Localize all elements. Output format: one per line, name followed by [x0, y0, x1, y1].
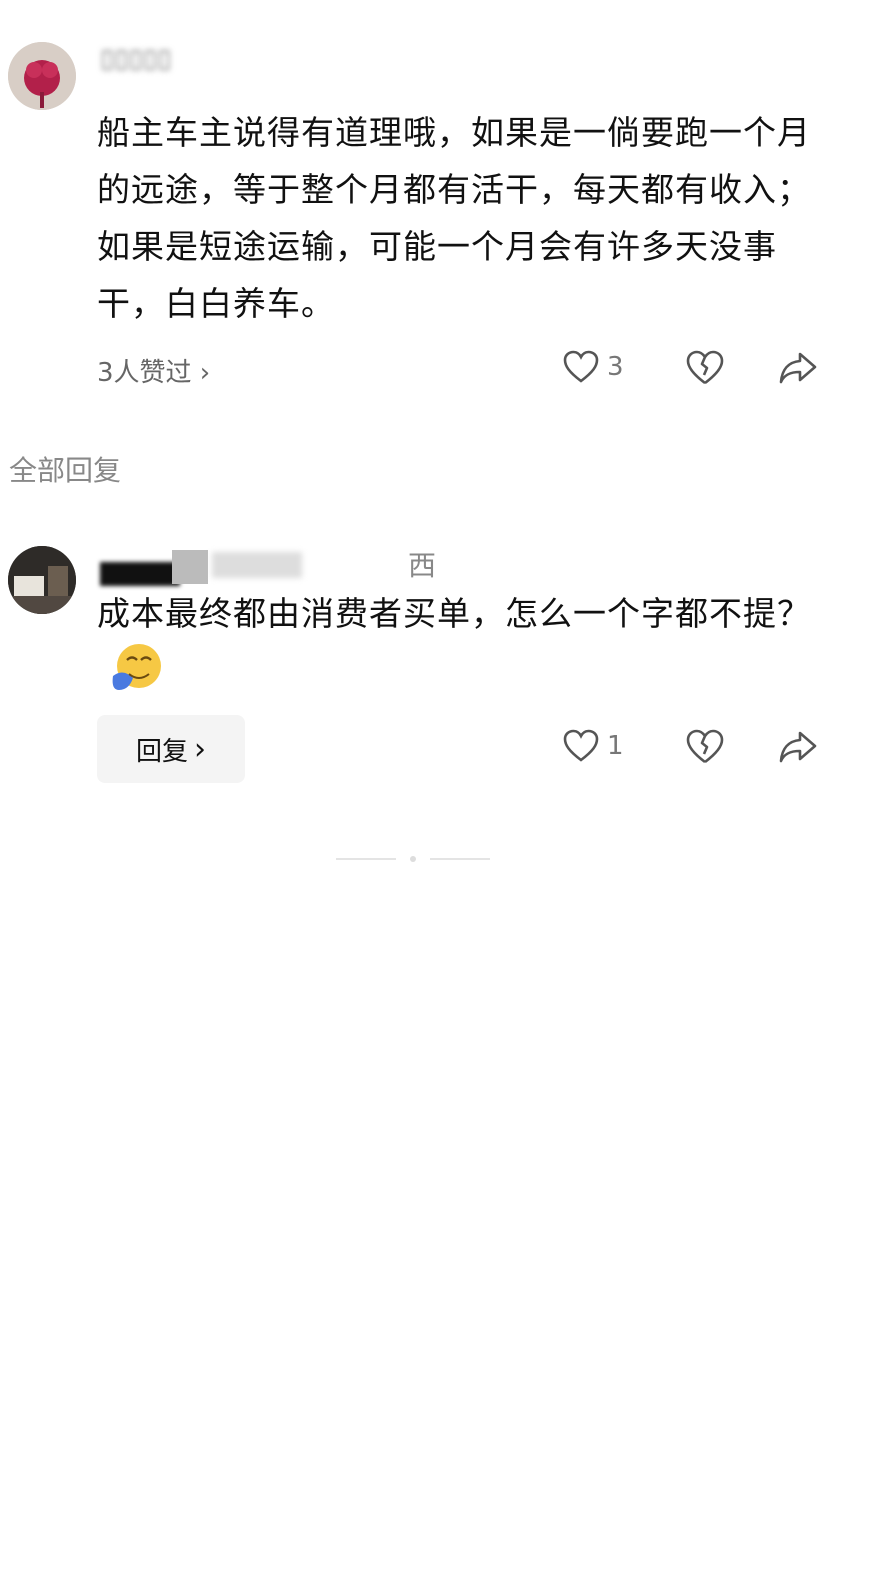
share-button[interactable]	[778, 350, 818, 390]
end-divider-dot	[410, 856, 416, 862]
author-name[interactable]: ▯▯▯▯▯	[100, 44, 172, 74]
end-divider-left	[336, 858, 396, 860]
heart-icon	[563, 350, 599, 383]
like-button[interactable]: 3	[563, 350, 624, 384]
chevron-right-icon: ›	[194, 731, 206, 767]
broken-heart-icon	[686, 729, 724, 764]
section-title: 全部回复	[9, 454, 122, 487]
end-divider-right	[430, 858, 490, 860]
share-arrow-icon	[779, 352, 817, 384]
comment-text-content: 成本最终都由消费者买单，怎么一个字都不提？	[97, 594, 811, 633]
comment-text: 船主车主说得有道理哦，如果是一倘要跑一个月的远途，等于整个月都有活干，每天都有收…	[97, 113, 811, 323]
like-button[interactable]: 1	[563, 729, 624, 763]
crying-face-icon	[111, 642, 163, 709]
comment-text: 成本最终都由消费者买单，怎么一个字都不提？	[97, 585, 825, 709]
avatar[interactable]	[8, 546, 76, 614]
like-count: 3	[607, 352, 624, 382]
share-arrow-icon	[779, 731, 817, 763]
redaction-block	[172, 550, 208, 584]
author-name[interactable]: 西	[408, 544, 436, 584]
likes-summary[interactable]: 3人赞过 ›	[97, 352, 210, 389]
dislike-button[interactable]	[686, 350, 724, 390]
author-name-redacted	[100, 548, 400, 586]
heart-icon	[563, 729, 599, 762]
redaction-block	[100, 562, 180, 586]
dislike-button[interactable]	[686, 729, 724, 769]
redaction-block	[212, 552, 302, 578]
reply-button[interactable]: 回复 ›	[97, 715, 245, 783]
avatar[interactable]	[8, 42, 76, 110]
reply-label: 回复	[135, 736, 188, 767]
share-button[interactable]	[778, 729, 818, 769]
like-count: 1	[607, 731, 624, 761]
broken-heart-icon	[686, 350, 724, 385]
